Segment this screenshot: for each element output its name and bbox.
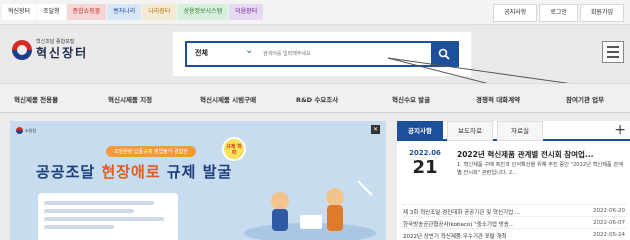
- main-content: 조달청 ✕ 조달현장 납품규제 영업불가 경험한 규제 혁파 공공조달 현장애로…: [0, 113, 630, 240]
- news-date: 2022-06-07: [593, 220, 625, 226]
- news-row[interactable]: 한국방송공관협공사(kobaco) "중소기업 방송... 2022-06-07: [403, 216, 625, 228]
- news-title[interactable]: 2022년 상반기 혁신제품 우수기관 포탈 개최: [403, 232, 563, 240]
- tab-2[interactable]: 자료실: [497, 121, 543, 141]
- banner-info-card: [38, 193, 178, 240]
- banner-close-icon[interactable]: ✕: [371, 125, 380, 134]
- featured-title[interactable]: 2022년 혁신제품 관계별 전시회 참여업...: [457, 149, 625, 160]
- news-date: 2022-06-20: [593, 208, 625, 214]
- news-date: 2022-05-24: [593, 232, 625, 238]
- nav-item-5[interactable]: 경쟁적 대화계약: [476, 94, 520, 104]
- nav-item-4[interactable]: 혁신수요 발굴: [392, 94, 430, 104]
- nav-item-3[interactable]: R&D 수요조사: [296, 94, 338, 104]
- featured-date: 2022.06 21: [409, 149, 441, 178]
- banner-illustration: [244, 180, 376, 240]
- news-title[interactable]: 한국방송공관협공사(kobaco) "중소기업 방송...: [403, 220, 563, 228]
- news-row[interactable]: 제 3회 혁신조달 경진대회 공공기관 및 혁신기업 ... 2022-06-20: [403, 204, 625, 216]
- main-navigation: 혁신제품 전용몰 혁신시제품 지정 혁신시제품 시범구매 R&D 수요조사 혁신수요 발…: [0, 83, 630, 113]
- banner-badge: 규제 혁파: [222, 137, 246, 161]
- banner-title-accent: 현장애로: [101, 163, 161, 181]
- banner-pill: 조달현장 납품규제 영업불가 경험한: [106, 146, 196, 157]
- banner-logo: 조달청: [16, 127, 36, 134]
- news-tabs: 공지사항 보도자료 자료실: [397, 121, 630, 141]
- plus-icon[interactable]: +: [614, 122, 626, 138]
- featured-description: 1. 혁신제품 구매 촉진과 인식확산을 위해 추진 중인 "2022년 혁신제…: [457, 162, 623, 176]
- news-panel: 공지사항 보도자료 자료실 + 2022.06 21 2022년 혁신제품 관계별 …: [397, 121, 630, 240]
- news-title[interactable]: 제 3회 혁신조달 경진대회 공공기관 및 혁신기업 ...: [403, 208, 563, 216]
- news-list: 제 3회 혁신조달 경진대회 공공기관 및 혁신기업 ... 2022-06-20…: [403, 204, 625, 240]
- nav-item-2[interactable]: 혁신시제품 시범구매: [200, 94, 256, 104]
- emblem-icon: [16, 127, 23, 134]
- tab-0[interactable]: 공지사항: [397, 121, 443, 141]
- nav-item-6[interactable]: 참여기관 업무: [566, 94, 604, 104]
- featured-notice[interactable]: 2022.06 21 2022년 혁신제품 관계별 전시회 참여업... 1. …: [403, 149, 625, 199]
- tab-1[interactable]: 보도자료: [447, 121, 493, 141]
- nav-item-0[interactable]: 혁신제품 전용몰: [14, 94, 58, 104]
- news-row[interactable]: 2022년 상반기 혁신제품 우수기관 포탈 개최 2022-05-24: [403, 228, 625, 240]
- banner-title-rest: 규제 발굴: [166, 163, 233, 181]
- banner-title-main: 공공조달: [36, 163, 96, 181]
- promo-banner[interactable]: 조달청 ✕ 조달현장 납품규제 영업불가 경험한 규제 혁파 공공조달 현장애로…: [10, 121, 386, 240]
- banner-title: 공공조달 현장애로 규제 발굴: [36, 161, 232, 182]
- nav-item-1[interactable]: 혁신시제품 지정: [108, 94, 152, 104]
